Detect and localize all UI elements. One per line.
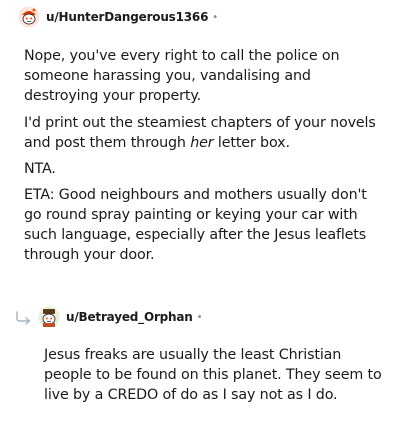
- username-link[interactable]: u/HunterDangerous1366: [46, 10, 208, 24]
- reply-arrow-icon: [16, 311, 31, 325]
- comment-paragraph: Jesus freaks are usually the least Chris…: [44, 347, 382, 403]
- snoo-avatar-icon[interactable]: [18, 6, 40, 28]
- username-link[interactable]: u/Betrayed_Orphan: [66, 310, 193, 324]
- separator-dot: •: [196, 311, 203, 323]
- comment-header: u/Betrayed_Orphan •: [38, 306, 203, 328]
- separator-dot: •: [212, 11, 219, 23]
- comment-header: u/HunterDangerous1366 •: [18, 6, 218, 28]
- comment-paragraph: Nope, you've every right to call the pol…: [24, 48, 340, 104]
- comment-paragraph: I'd print out the steamiest chapters of …: [24, 115, 376, 151]
- comment-paragraph: ETA: Good neighbours and mothers usually…: [24, 187, 367, 263]
- comment-paragraph: NTA.: [24, 161, 56, 177]
- snoo-avatar-icon[interactable]: [38, 306, 60, 328]
